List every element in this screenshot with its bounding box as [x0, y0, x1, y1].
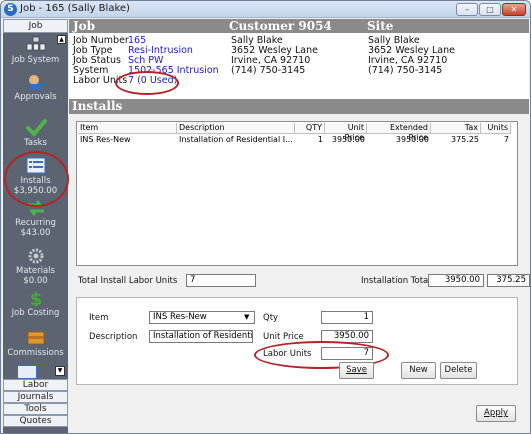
installs-highlight	[4, 151, 69, 207]
site-title: Site	[367, 19, 394, 33]
customer-phone: (714) 750-3145	[231, 65, 306, 76]
sidebar-item-label: Tasks	[24, 138, 47, 148]
item-label: Item	[89, 313, 109, 323]
scroll-up-icon[interactable]: ▲	[57, 35, 66, 44]
gear-icon	[28, 248, 43, 264]
column-header-unit-price[interactable]: Unit Price	[325, 123, 367, 142]
new-button[interactable]: New	[401, 362, 436, 379]
commissions-icon	[27, 331, 44, 345]
recurring-amount: $43.00	[20, 228, 51, 238]
sidebar: Job Job System ▲ Approvals Tasks Install…	[3, 19, 68, 433]
cell-unit-price: 3950.00	[331, 135, 365, 144]
column-header-item[interactable]: Item	[78, 123, 177, 134]
column-header-description[interactable]: Description	[177, 123, 295, 134]
column-header-units[interactable]: Units	[481, 123, 511, 134]
sidebar-tab-labor[interactable]: Labor	[3, 379, 68, 391]
close-button[interactable]: ✕	[502, 3, 526, 16]
sidebar-item-label: Job System	[11, 55, 60, 65]
window-title: Job - 165 (Sally Blake)	[20, 3, 130, 14]
description-input[interactable]: Installation of Residential Intrusi	[149, 330, 253, 343]
scroll-down-icon[interactable]: ▼	[55, 366, 65, 376]
cell-description: Installation of Residential I...	[179, 135, 293, 144]
sidebar-item-job-costing[interactable]: $ Job Costing	[3, 289, 68, 318]
installation-totals-field: 3950.00	[428, 274, 484, 287]
sidebar-item-commissions[interactable]: Commissions	[3, 329, 68, 358]
column-header-tax[interactable]: Tax	[431, 123, 481, 134]
app-icon: S	[4, 3, 17, 16]
checkmark-icon	[25, 119, 47, 137]
apply-button[interactable]: Apply	[476, 405, 516, 422]
cell-extended-price: 3950.00	[395, 135, 429, 144]
column-header-qty[interactable]: QTY	[295, 123, 325, 134]
calculator-icon	[17, 365, 37, 379]
sidebar-item-label: Materials	[16, 266, 55, 276]
maximize-button[interactable]: □	[479, 3, 501, 16]
installs-grid[interactable]: Item Description QTY Unit Price Extended…	[76, 121, 518, 266]
save-button[interactable]: Save	[339, 362, 374, 379]
installs-section-title: Installs	[72, 99, 123, 113]
sidebar-tab-job[interactable]: Job	[3, 19, 68, 33]
installation-tax-field: 375.25	[487, 274, 530, 287]
sidebar-item-label: Approvals	[14, 92, 57, 102]
cell-qty: 1	[317, 135, 323, 144]
cell-tax: 375.25	[451, 135, 479, 144]
labor-units-highlight	[115, 71, 179, 95]
total-labor-units-label: Total Install Labor Units	[78, 276, 178, 286]
sidebar-item-label: Commissions	[7, 348, 64, 358]
description-label: Description	[89, 332, 138, 342]
qty-label: Qty	[263, 313, 279, 323]
title-bar: S Job - 165 (Sally Blake) – □ ✕	[1, 1, 530, 18]
approvals-icon	[28, 75, 41, 90]
header-band: Job Customer 9054 Site	[69, 19, 529, 33]
svg-text:$: $	[29, 289, 42, 307]
chevron-down-icon[interactable]: ▼	[244, 313, 249, 321]
delete-button[interactable]: Delete	[440, 362, 477, 379]
materials-amount: $0.00	[23, 276, 48, 286]
installs-section-band: Installs	[69, 99, 529, 114]
job-system-icon	[26, 36, 45, 51]
qty-input[interactable]: 1	[321, 311, 373, 324]
cell-item: INS Res-New	[80, 135, 131, 144]
total-labor-units-field: 7	[186, 274, 256, 287]
column-header-extended-price[interactable]: Extended Price	[367, 123, 431, 142]
dollar-icon: $	[29, 289, 42, 307]
job-window: S Job - 165 (Sally Blake) – □ ✕ Job Job …	[0, 0, 531, 434]
sidebar-item-approvals[interactable]: Approvals	[3, 73, 68, 102]
installation-totals-label: Installation Totals	[361, 276, 436, 286]
job-title: Job	[73, 19, 96, 33]
sidebar-item-label: Job Costing	[11, 308, 60, 318]
sidebar-tab-journals[interactable]: Journals	[3, 391, 68, 403]
cell-units: 7	[503, 135, 509, 144]
customer-title: Customer 9054	[229, 19, 332, 33]
sidebar-item-materials[interactable]: Materials $0.00	[3, 247, 68, 286]
sidebar-item-label: Recurring	[15, 218, 56, 228]
site-phone: (714) 750-3145	[368, 65, 443, 76]
sidebar-tab-quotes[interactable]: Quotes	[3, 415, 68, 427]
item-select[interactable]: INS Res-New	[149, 311, 255, 324]
sidebar-item-tasks[interactable]: Tasks	[3, 119, 68, 148]
sidebar-tab-tools[interactable]: Tools	[3, 403, 68, 415]
unit-price-label: Unit Price	[263, 332, 304, 342]
minimize-button[interactable]: –	[456, 3, 478, 16]
